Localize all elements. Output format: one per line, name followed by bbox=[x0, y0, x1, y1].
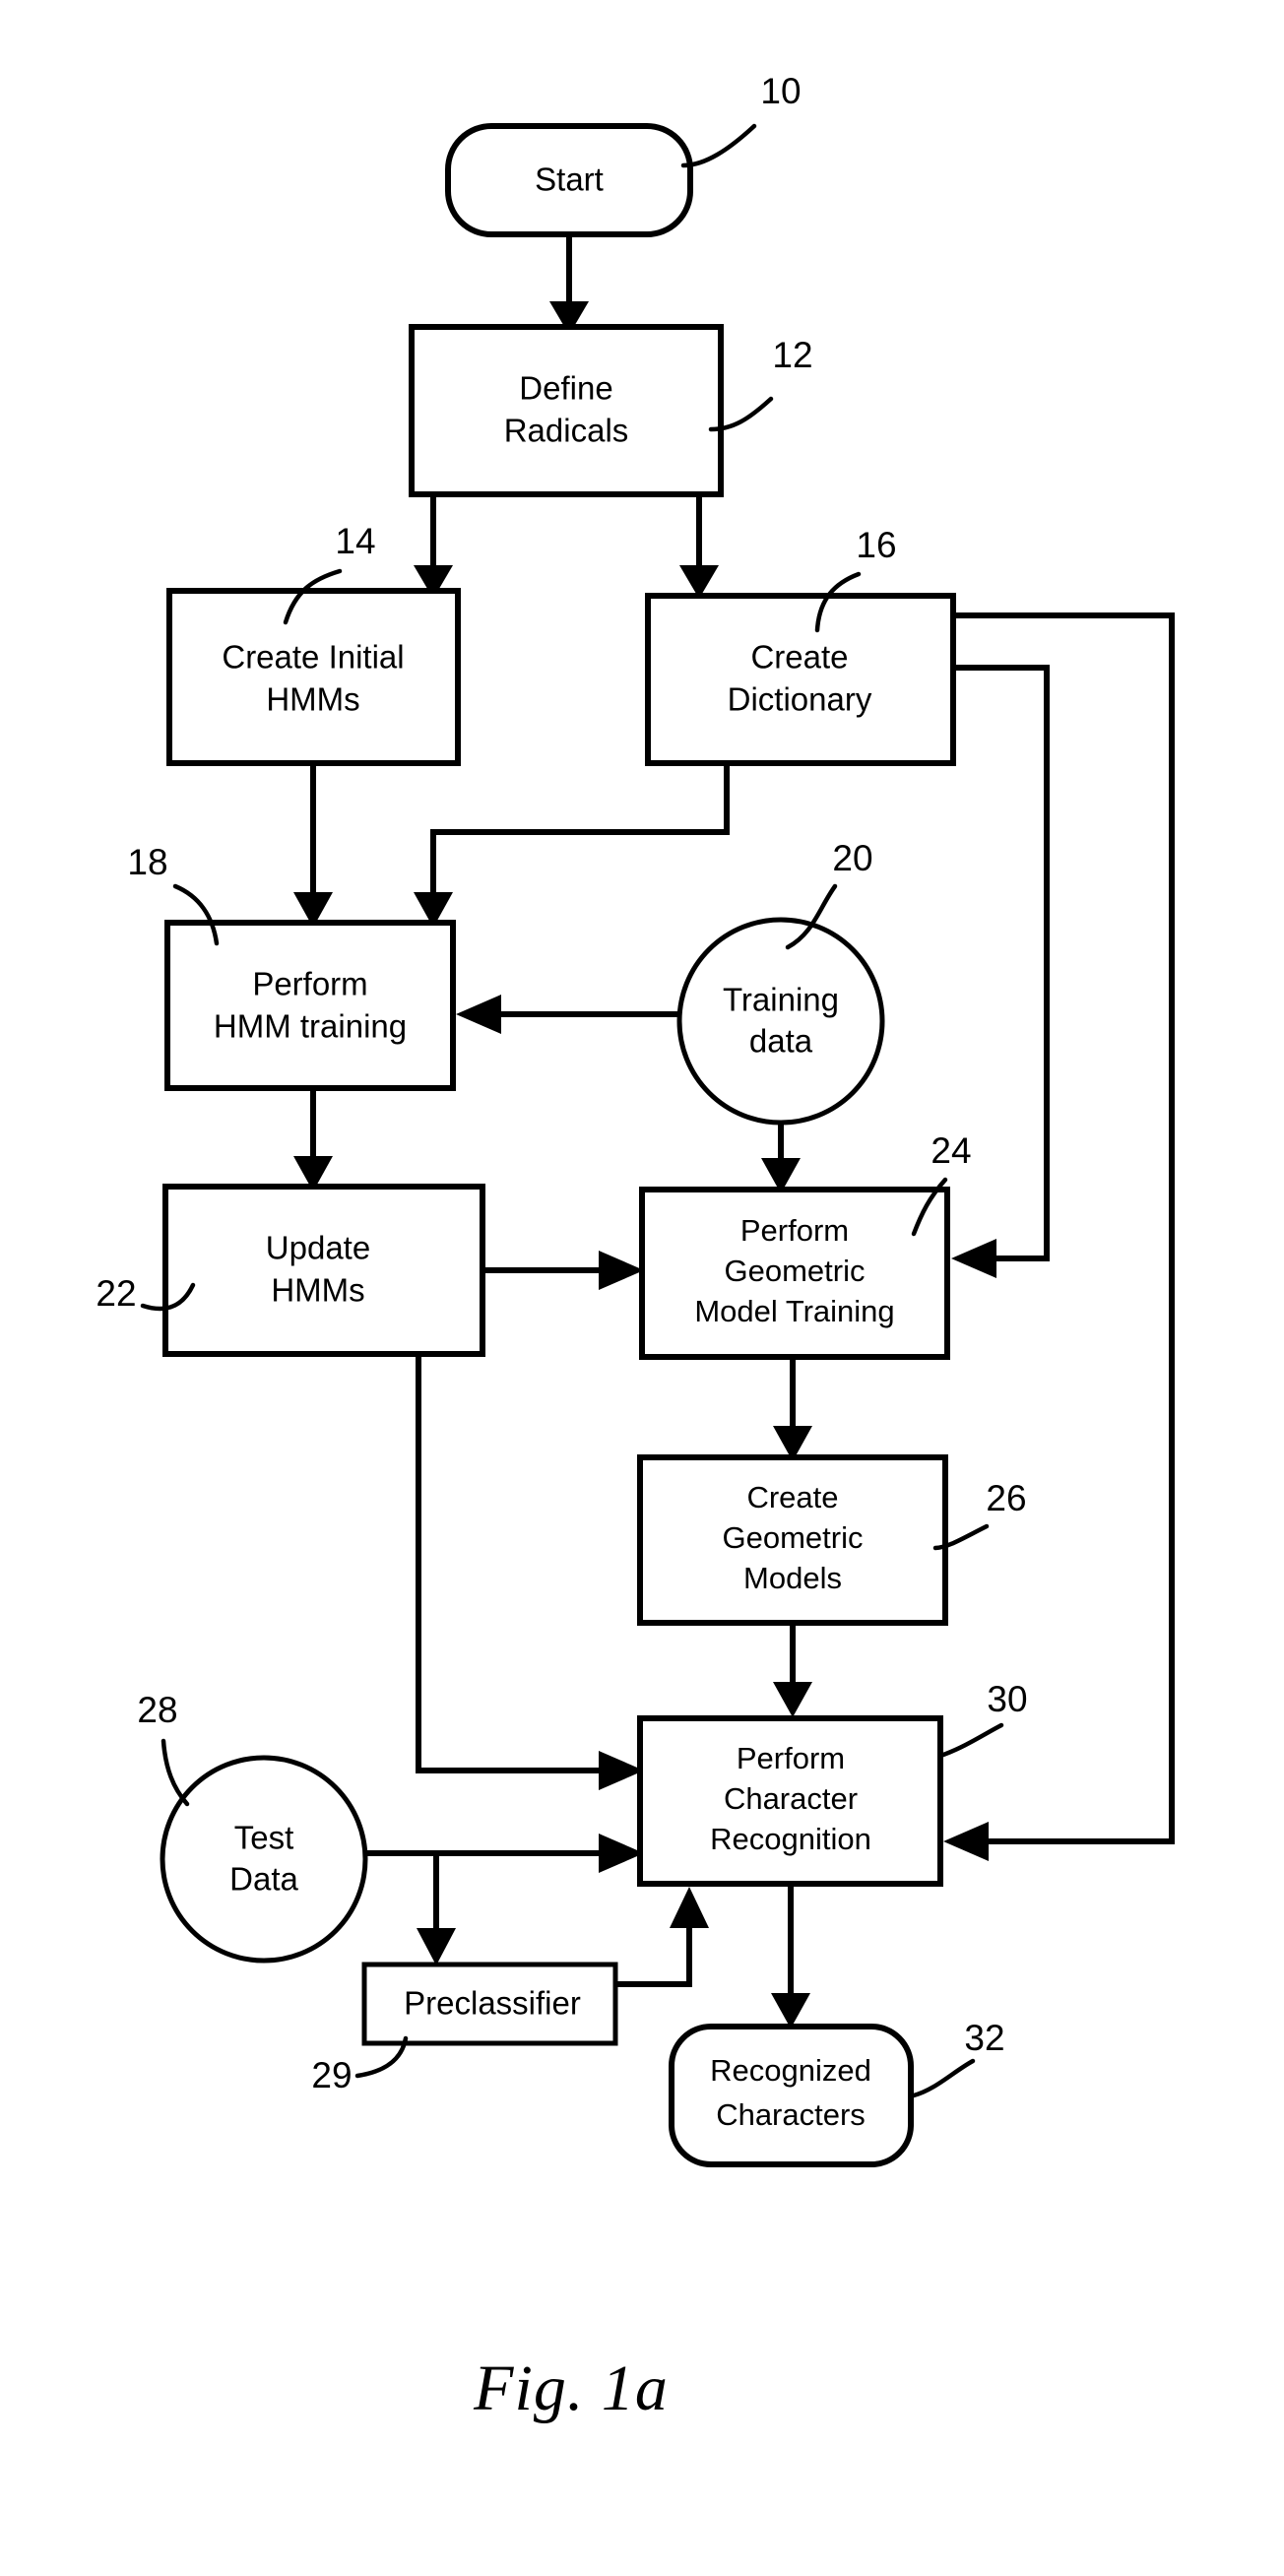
node-start[interactable]: Start bbox=[445, 123, 693, 237]
training-data-label-line1: Training bbox=[723, 982, 839, 1018]
ref-numeral-20: 20 bbox=[832, 838, 872, 878]
edge-training-data-to-perform-hmm-training bbox=[456, 995, 679, 1034]
perform-geometric-model-training-label-line3: Model Training bbox=[694, 1294, 894, 1328]
edge-training-data-to-perform-geometric-model-training bbox=[761, 1123, 801, 1193]
test-data-label-line2: Data bbox=[229, 1861, 298, 1898]
figure-caption: Fig. 1a bbox=[473, 2352, 669, 2424]
perform-geometric-model-training-label-line2: Geometric bbox=[725, 1254, 866, 1288]
leader-line-30 bbox=[940, 1722, 1004, 1758]
ref-numeral-29: 29 bbox=[311, 2055, 352, 2095]
ref-numeral-26: 26 bbox=[986, 1478, 1026, 1518]
node-create-initial-hmms[interactable]: Create Initial HMMs bbox=[166, 588, 461, 766]
node-recognized-characters[interactable]: Recognized Characters bbox=[669, 2024, 914, 2167]
update-hmms-label-line2: HMMs bbox=[271, 1272, 364, 1309]
edge-perform-hmm-training-to-update-hmms bbox=[293, 1088, 333, 1191]
define-radicals-shape bbox=[409, 324, 724, 497]
edge-define-radicals-to-create-initial-hmms bbox=[414, 494, 453, 599]
recognized-characters-label-line2: Characters bbox=[716, 2097, 866, 2132]
edge-create-initial-hmms-to-perform-hmm-training bbox=[293, 763, 333, 928]
patent-figure-1a: Start Define Radicals Create Initial HMM… bbox=[0, 0, 1284, 2576]
create-initial-hmms-label-line2: HMMs bbox=[266, 681, 359, 718]
leader-line-10 bbox=[680, 123, 757, 168]
edge-preclassifier-to-perform-character-recognition bbox=[615, 1887, 709, 1987]
ref-numeral-22: 22 bbox=[96, 1273, 136, 1314]
node-perform-character-recognition[interactable]: Perform Character Recognition bbox=[637, 1715, 943, 1887]
create-geometric-models-label-line3: Models bbox=[743, 1561, 842, 1595]
ref-numeral-30: 30 bbox=[987, 1679, 1027, 1719]
edge-create-dictionary-to-perform-geometric-model-training bbox=[951, 665, 1050, 1278]
node-create-dictionary[interactable]: Create Dictionary bbox=[645, 593, 956, 766]
node-update-hmms[interactable]: Update HMMs bbox=[162, 1184, 485, 1357]
ref-numeral-14: 14 bbox=[335, 521, 375, 561]
create-dictionary-label-line2: Dictionary bbox=[728, 681, 872, 718]
create-geometric-models-label-line1: Create bbox=[746, 1480, 838, 1514]
perform-hmm-training-shape bbox=[164, 920, 456, 1091]
create-geometric-models-label-line2: Geometric bbox=[723, 1520, 864, 1555]
node-perform-hmm-training[interactable]: Perform HMM training bbox=[164, 920, 456, 1091]
test-data-shape bbox=[160, 1755, 368, 1964]
preclassifier-label: Preclassifier bbox=[404, 1985, 581, 2022]
ref-numeral-28: 28 bbox=[137, 1690, 177, 1730]
create-dictionary-label-line1: Create bbox=[750, 639, 848, 676]
node-preclassifier[interactable]: Preclassifier bbox=[361, 1962, 618, 2046]
define-radicals-label-line2: Radicals bbox=[504, 413, 629, 449]
create-initial-hmms-shape bbox=[166, 588, 461, 766]
ref-numeral-10: 10 bbox=[760, 71, 801, 111]
create-dictionary-shape bbox=[645, 593, 956, 766]
edge-create-dictionary-to-perform-hmm-training bbox=[414, 763, 730, 928]
node-create-geometric-models[interactable]: Create Geometric Models bbox=[637, 1454, 948, 1626]
perform-character-recognition-label-line3: Recognition bbox=[710, 1822, 871, 1856]
node-define-radicals[interactable]: Define Radicals bbox=[409, 324, 724, 497]
flowchart-canvas: Start Define Radicals Create Initial HMM… bbox=[96, 71, 1175, 2424]
node-perform-geometric-model-training[interactable]: Perform Geometric Model Training bbox=[639, 1187, 950, 1360]
node-test-data[interactable]: Test Data bbox=[160, 1755, 368, 1964]
test-data-label-line1: Test bbox=[234, 1820, 294, 1856]
create-initial-hmms-label-line1: Create Initial bbox=[222, 639, 404, 676]
edge-test-data-to-preclassifier bbox=[417, 1853, 456, 1965]
edge-create-dictionary-to-perform-character-recognition bbox=[943, 612, 1175, 1861]
edge-perform-character-recognition-to-recognized-characters bbox=[771, 1884, 810, 2029]
define-radicals-label-line1: Define bbox=[519, 370, 612, 407]
training-data-label-line2: data bbox=[749, 1023, 813, 1060]
recognized-characters-shape bbox=[669, 2024, 914, 2167]
edge-test-data-to-perform-character-recognition bbox=[365, 1834, 644, 1873]
ref-numeral-32: 32 bbox=[964, 2018, 1004, 2058]
update-hmms-label-line1: Update bbox=[266, 1230, 370, 1266]
edge-perform-geometric-model-training-to-create-geometric-models bbox=[773, 1357, 812, 1461]
perform-geometric-model-training-label-line1: Perform bbox=[740, 1213, 849, 1248]
node-training-data[interactable]: Training data bbox=[676, 917, 885, 1126]
edge-update-hmms-to-perform-geometric-model-training bbox=[482, 1251, 644, 1290]
ref-numeral-16: 16 bbox=[856, 525, 896, 565]
nodes-layer: Start Define Radicals Create Initial HMM… bbox=[160, 123, 956, 2167]
ref-numeral-24: 24 bbox=[931, 1130, 971, 1171]
perform-character-recognition-label-line2: Character bbox=[724, 1781, 858, 1816]
perform-hmm-training-label-line2: HMM training bbox=[214, 1008, 407, 1045]
perform-character-recognition-label-line1: Perform bbox=[737, 1741, 845, 1775]
update-hmms-shape bbox=[162, 1184, 485, 1357]
edge-create-geometric-models-to-perform-character-recognition bbox=[773, 1623, 812, 1717]
training-data-shape bbox=[676, 917, 885, 1126]
edge-define-radicals-to-create-dictionary bbox=[679, 494, 719, 599]
start-label: Start bbox=[535, 161, 604, 198]
leader-line-32 bbox=[911, 2058, 976, 2098]
recognized-characters-label-line1: Recognized bbox=[710, 2053, 871, 2088]
perform-hmm-training-label-line1: Perform bbox=[252, 966, 367, 1002]
edge-update-hmms-to-perform-character-recognition bbox=[416, 1354, 644, 1790]
ref-numeral-18: 18 bbox=[127, 842, 167, 882]
ref-numeral-12: 12 bbox=[772, 335, 812, 375]
edge-start-to-define-radicals bbox=[549, 234, 589, 335]
